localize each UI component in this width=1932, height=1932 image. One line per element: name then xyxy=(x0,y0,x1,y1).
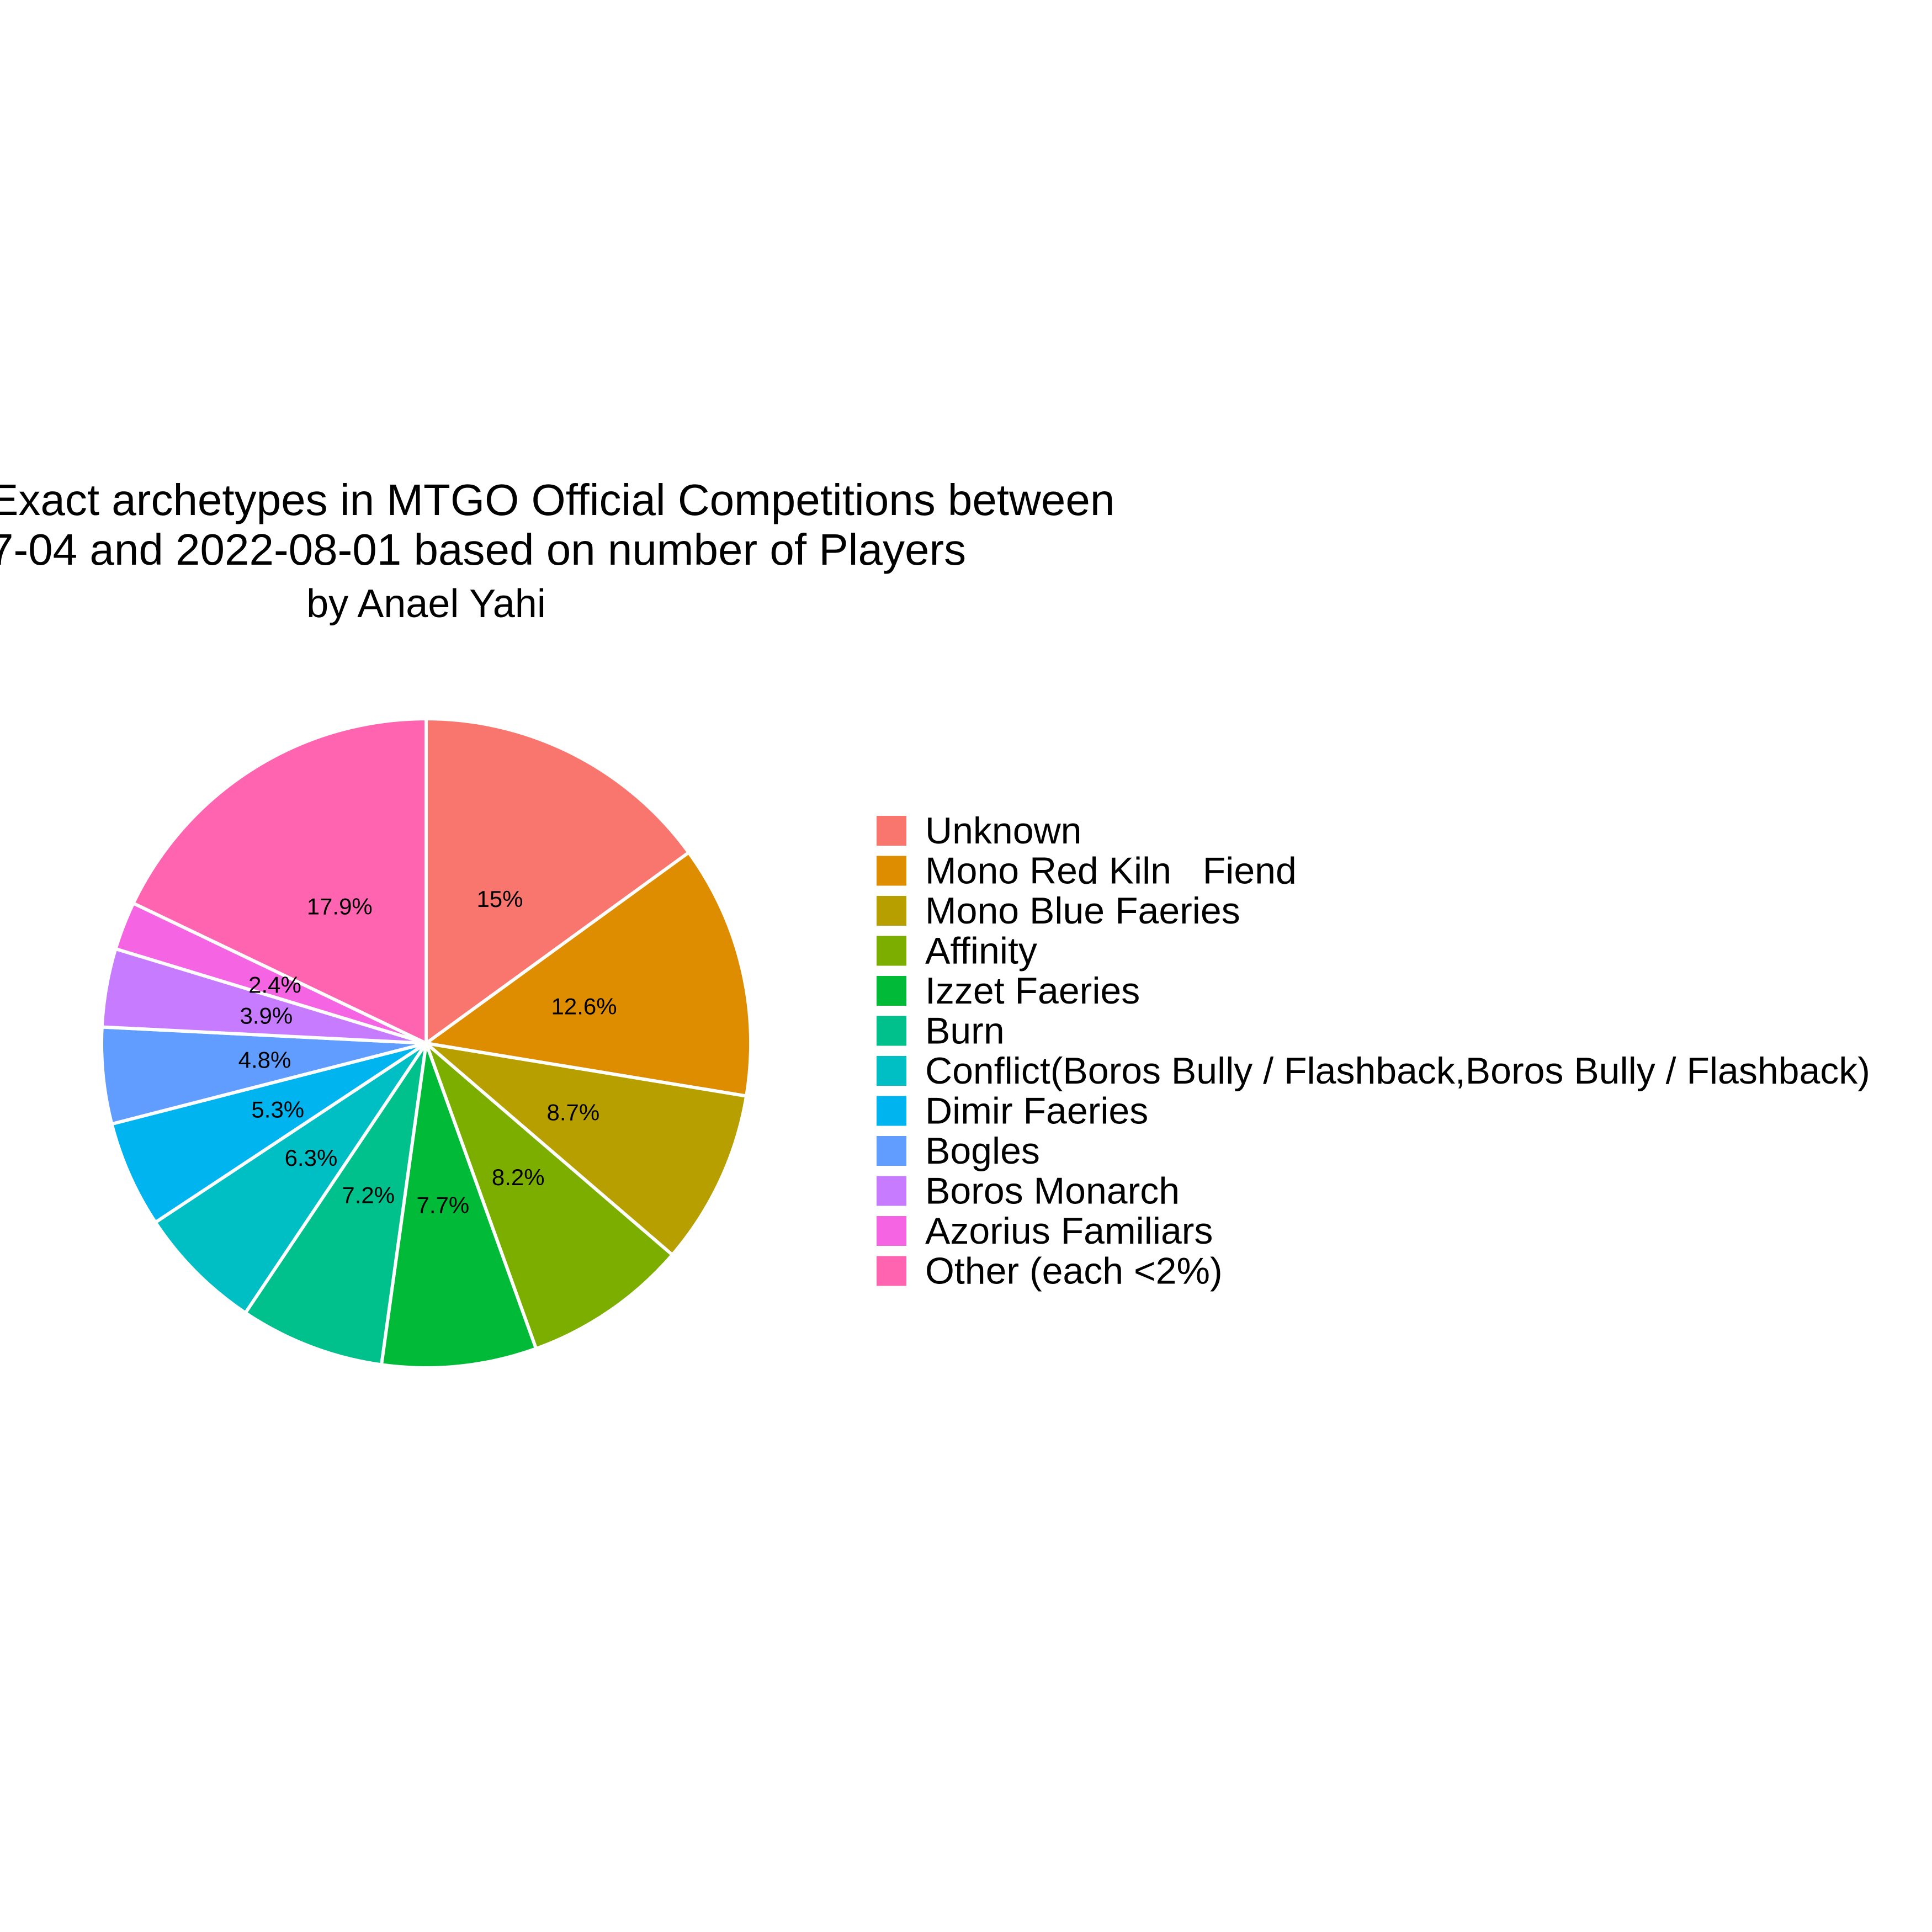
pie-slice-label-boros-monarch: 3.9% xyxy=(240,1002,293,1028)
legend-swatch-burn xyxy=(877,1016,906,1046)
legend-label-izzet-faeries: Izzet Faeries xyxy=(925,970,1140,1012)
legend-swatch-boros-monarch xyxy=(877,1176,906,1206)
chart-subtitle: by Anael Yahi xyxy=(306,582,546,626)
pie-chart: Exact archetypes in MTGO Official Compet… xyxy=(0,475,1870,1370)
legend-swatch-mono-red-kiln-fiend xyxy=(877,856,906,886)
legend-swatch-izzet-faeries xyxy=(877,976,906,1006)
legend-swatch-unknown xyxy=(877,816,906,846)
legend: UnknownMono Red Kiln FiendMono Blue Faer… xyxy=(877,810,1870,1292)
legend-label-affinity: Affinity xyxy=(925,930,1037,972)
legend-swatch-conflict-boros-bully-flashback-boros-bully-flashback xyxy=(877,1056,906,1086)
pie-slice-label-affinity: 8.2% xyxy=(492,1164,545,1190)
legend-label-bogles: Bogles xyxy=(925,1130,1040,1172)
legend-label-other-each-2: Other (each <2%) xyxy=(925,1250,1223,1292)
legend-label-azorius-familiars: Azorius Familiars xyxy=(925,1210,1213,1252)
legend-label-mono-red-kiln-fiend: Mono Red Kiln Fiend xyxy=(925,850,1297,892)
legend-label-boros-monarch: Boros Monarch xyxy=(925,1170,1180,1212)
legend-label-mono-blue-faeries: Mono Blue Faeries xyxy=(925,890,1240,932)
pie-slice-label-dimir-faeries: 5.3% xyxy=(251,1096,304,1122)
legend-swatch-bogles xyxy=(877,1136,906,1166)
pie-slice-label-unknown: 15% xyxy=(476,886,523,912)
chart-title-line-1: Exact archetypes in MTGO Official Compet… xyxy=(0,475,1114,524)
pie-slice-label-burn: 7.2% xyxy=(342,1182,395,1208)
legend-swatch-mono-blue-faeries xyxy=(877,896,906,926)
pie-slice-label-mono-red-kiln-fiend: 12.6% xyxy=(551,993,617,1019)
legend-label-dimir-faeries: Dimir Faeries xyxy=(925,1090,1148,1132)
pie-slice-label-mono-blue-faeries: 8.7% xyxy=(547,1099,600,1125)
pie-slice-label-azorius-familiars: 2.4% xyxy=(248,972,301,997)
chart-title-line-2: 7-04 and 2022-08-01 based on number of P… xyxy=(0,525,966,574)
legend-swatch-affinity xyxy=(877,936,906,966)
pie-slice-label-bogles: 4.8% xyxy=(238,1047,291,1073)
pie-slices xyxy=(100,717,752,1370)
legend-swatch-azorius-familiars xyxy=(877,1216,906,1246)
legend-label-conflict-boros-bully-flashback-boros-bully-flashback: Conflict(Boros Bully / Flashback,Boros B… xyxy=(925,1050,1870,1092)
legend-swatch-other-each-2 xyxy=(877,1256,906,1286)
legend-swatch-dimir-faeries xyxy=(877,1096,906,1126)
pie-slice-label-izzet-faeries: 7.7% xyxy=(417,1192,470,1218)
chart-title: Exact archetypes in MTGO Official Compet… xyxy=(0,475,1114,626)
pie-slice-label-conflict-boros-bully-flashback-boros-bully-flashback: 6.3% xyxy=(285,1145,338,1171)
legend-label-unknown: Unknown xyxy=(925,810,1082,852)
legend-label-burn: Burn xyxy=(925,1010,1005,1052)
pie-slice-label-other-each-2: 17.9% xyxy=(307,893,373,919)
